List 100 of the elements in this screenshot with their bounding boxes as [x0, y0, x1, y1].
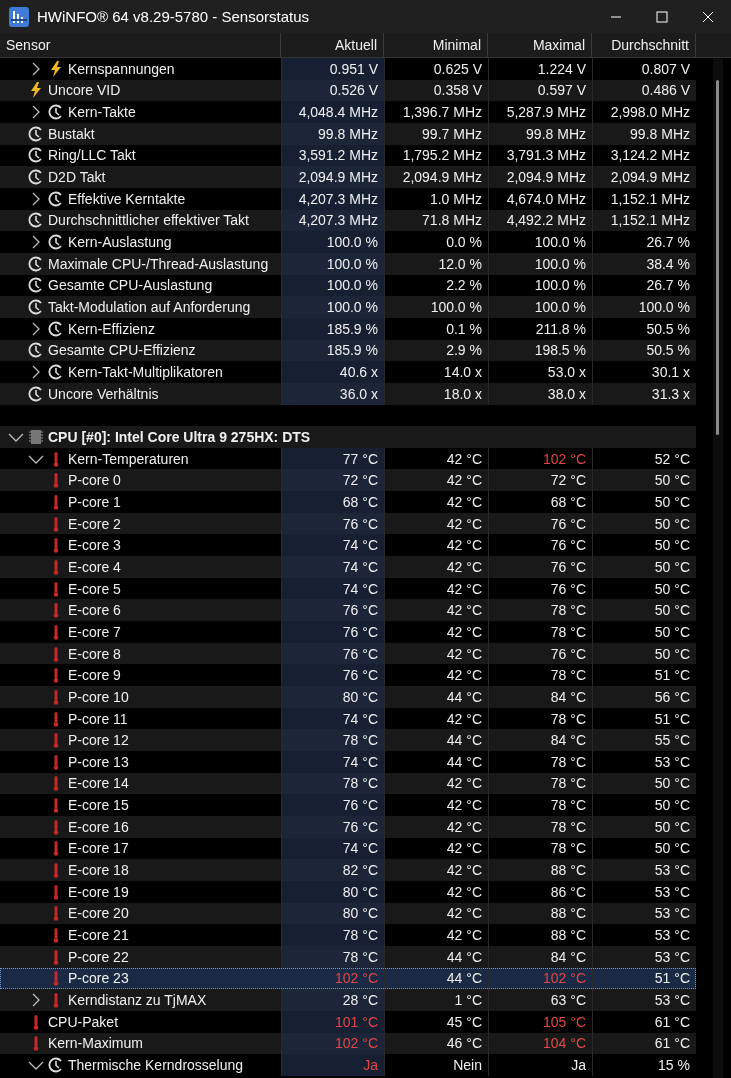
value-cell: 211.8 %: [488, 317, 592, 340]
value-cell: Nein: [384, 1054, 488, 1076]
sensor-row[interactable]: Kern-Takte 4,048.4 MHz 1,396.7 MHz 5,287.9 MHz 2,998.0 MHz: [0, 101, 696, 123]
sensor-label: Bustakt: [48, 125, 95, 142]
clock-icon: [48, 234, 64, 251]
value-cell: 88 °C: [488, 859, 592, 881]
value-cell: 53 °C: [592, 945, 696, 968]
sensor-label: E-core 6: [68, 602, 121, 619]
sensor-row[interactable]: E-core 4 74 °C 42 °C 76 °C 50 °C: [0, 556, 696, 578]
value-cell: 78 °C: [281, 772, 384, 795]
value-cell: 4,207.3 MHz: [281, 209, 384, 232]
value-cell: 1 °C: [384, 989, 488, 1011]
sensor-row[interactable]: Bustakt 99.8 MHz 99.7 MHz 99.8 MHz 99.8 MHz: [0, 122, 696, 145]
scroll-thumb[interactable]: [715, 80, 719, 435]
value-cell: 42 °C: [384, 794, 488, 816]
sensor-label: Takt-Modulation auf Anforderung: [48, 299, 251, 316]
sensor-row[interactable]: E-core 20 80 °C 42 °C 88 °C 53 °C: [0, 902, 696, 925]
value-cell: 50 °C: [592, 621, 696, 643]
sensor-row[interactable]: Gesamte CPU-Effizienz 185.9 % 2.9 % 198.5 % 50.5 %: [0, 339, 696, 362]
value-cell: 15 %: [592, 1054, 696, 1076]
value-cell: 55 °C: [592, 729, 696, 751]
clock-icon: [28, 212, 44, 229]
sensor-label: E-core 2: [68, 515, 121, 532]
sensor-row[interactable]: E-core 15 76 °C 42 °C 78 °C 50 °C: [0, 794, 696, 816]
sensor-row[interactable]: P-core 10 80 °C 44 °C 84 °C 56 °C: [0, 686, 696, 708]
value-cell: 76 °C: [488, 642, 592, 665]
value-cell: 78 °C: [488, 621, 592, 643]
value-cell: 12.0 %: [384, 252, 488, 275]
value-cell: 44 °C: [384, 945, 488, 968]
sensor-row[interactable]: E-core 6 76 °C 42 °C 78 °C 50 °C: [0, 599, 696, 622]
value-cell: 63 °C: [488, 989, 592, 1011]
sensor-label: E-core 8: [68, 645, 121, 662]
sensor-row[interactable]: P-core 22 78 °C 44 °C 84 °C 53 °C: [0, 945, 696, 968]
value-cell: 42 °C: [384, 599, 488, 622]
group-title: CPU [#0]: Intel Core Ultra 9 275HX: DTS: [48, 429, 311, 445]
sensor-row[interactable]: Kern-Takt-Multiplikatoren 40.6 x 14.0 x 53.0 x 30.1 x: [0, 361, 696, 383]
sensor-row[interactable]: Uncore VID 0.526 V 0.358 V 0.597 V 0.486 V: [0, 79, 696, 102]
value-cell: 2,094.9 MHz: [488, 166, 592, 188]
value-cell: 78 °C: [488, 751, 592, 773]
value-cell: 42 °C: [384, 880, 488, 903]
sensor-group-row[interactable]: CPU [#0]: Intel Core Ultra 9 275HX: DTS: [0, 426, 696, 448]
sensor-row[interactable]: P-core 23 102 °C 44 °C 102 °C 51 °C: [0, 967, 696, 990]
value-cell: 3,591.2 MHz: [281, 144, 384, 167]
value-cell: 74 °C: [281, 751, 384, 773]
sensor-row[interactable]: Takt-Modulation auf Anforderung 100.0 % 100.0 % 100.0 % 100.0 %: [0, 296, 696, 318]
scrollbar[interactable]: [712, 58, 723, 1078]
sensor-row[interactable]: Kern-Auslastung 100.0 % 0.0 % 100.0 % 26.7 %: [0, 231, 696, 253]
sensor-label: Kern-Takte: [68, 104, 136, 121]
sensor-row[interactable]: Effektive Kerntakte 4,207.3 MHz 1.0 MHz 4,674.0 MHz 1,152.1 MHz: [0, 187, 696, 210]
value-cell: 28 °C: [281, 989, 384, 1011]
sensor-label: P-core 11: [68, 710, 128, 727]
value-cell: 78 °C: [488, 794, 592, 816]
value-cell: 0.597 V: [488, 79, 592, 102]
column-header[interactable]: Durchschnitt: [592, 33, 696, 57]
value-cell: 76 °C: [488, 556, 592, 578]
value-cell: 38.4 %: [592, 252, 696, 275]
sensor-row[interactable]: Durchschnittlicher effektiver Takt 4,207.3 MHz 71.8 MHz 4,492.2 MHz 1,152.1 MHz: [0, 209, 696, 232]
sensor-row[interactable]: Thermische Kerndrosselung Ja Nein Ja 15 %: [0, 1054, 696, 1076]
column-header[interactable]: Sensor: [0, 33, 281, 57]
value-cell: 100.0 %: [488, 252, 592, 275]
column-header[interactable]: Aktuell: [281, 33, 384, 57]
value-cell: 99.7 MHz: [384, 122, 488, 145]
sensor-row[interactable]: E-core 8 76 °C 42 °C 76 °C 50 °C: [0, 642, 696, 665]
column-header[interactable]: Maximal: [488, 33, 592, 57]
sensor-row[interactable]: P-core 0 72 °C 42 °C 72 °C 50 °C: [0, 469, 696, 492]
sensor-row[interactable]: E-core 19 80 °C 42 °C 86 °C 53 °C: [0, 880, 696, 903]
value-cell: 76 °C: [281, 599, 384, 622]
sensor-row[interactable]: E-core 21 78 °C 42 °C 88 °C 53 °C: [0, 924, 696, 946]
lightning-bolt-icon: [28, 82, 44, 99]
value-cell: 1.224 V: [488, 58, 592, 80]
sensor-label: E-core 20: [68, 905, 129, 922]
sensor-row[interactable]: E-core 16 76 °C 42 °C 78 °C 50 °C: [0, 815, 696, 838]
sensor-row[interactable]: Kerndistanz zu TjMAX 28 °C 1 °C 63 °C 53 °C: [0, 989, 696, 1011]
value-cell: 40.6 x: [281, 361, 384, 383]
value-cell: 100.0 %: [592, 296, 696, 318]
value-cell: 31.3 x: [592, 382, 696, 405]
sensor-row[interactable]: D2D Takt 2,094.9 MHz 2,094.9 MHz 2,094.9 MHz 2,094.9 MHz: [0, 166, 696, 188]
value-cell: 14.0 x: [384, 361, 488, 383]
sensor-row[interactable]: Maximale CPU-/Thread-Auslastung 100.0 % 12.0 % 100.0 % 38.4 %: [0, 252, 696, 275]
value-cell: 105 °C: [488, 1010, 592, 1033]
sensor-label: Effektive Kerntakte: [68, 190, 186, 207]
sensor-row[interactable]: Kern-Maximum 102 °C 46 °C 104 °C 61 °C: [0, 1032, 696, 1055]
sensor-row[interactable]: E-core 18 82 °C 42 °C 88 °C 53 °C: [0, 859, 696, 881]
sensor-label: Maximale CPU-/Thread-Auslastung: [48, 255, 269, 272]
value-cell: 1.0 MHz: [384, 187, 488, 210]
sensor-row[interactable]: P-core 1 68 °C 42 °C 68 °C 50 °C: [0, 491, 696, 513]
sensor-row[interactable]: P-core 13 74 °C 44 °C 78 °C 53 °C: [0, 751, 696, 773]
sensor-row[interactable]: P-core 12 78 °C 44 °C 84 °C 55 °C: [0, 729, 696, 751]
sensor-row[interactable]: Kern-Effizienz 185.9 % 0.1 % 211.8 % 50.5 %: [0, 317, 696, 340]
sensor-row[interactable]: Uncore Verhältnis 36.0 x 18.0 x 38.0 x 31.3 x: [0, 382, 696, 405]
column-header[interactable]: Minimal: [384, 33, 488, 57]
sensor-row[interactable]: CPU-Paket 101 °C 45 °C 105 °C 61 °C: [0, 1010, 696, 1033]
value-cell: 42 °C: [384, 491, 488, 513]
sensor-row[interactable]: E-core 2 76 °C 42 °C 76 °C 50 °C: [0, 512, 696, 535]
value-cell: 84 °C: [488, 729, 592, 751]
sensor-row[interactable]: E-core 14 78 °C 42 °C 78 °C 50 °C: [0, 772, 696, 795]
sensor-row[interactable]: Kernspannungen 0.951 V 0.625 V 1.224 V 0.807 V: [0, 58, 696, 80]
app-logo-icon: [9, 6, 29, 27]
value-cell: 101 °C: [281, 1010, 384, 1033]
sensor-row[interactable]: E-core 7 76 °C 42 °C 78 °C 50 °C: [0, 621, 696, 643]
